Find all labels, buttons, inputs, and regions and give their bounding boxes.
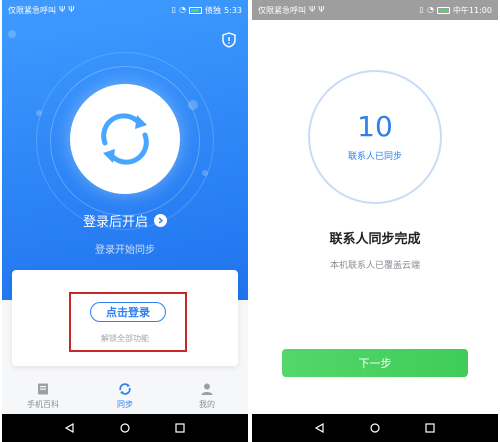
sync-count-circle: 10 联系人已同步 [308,70,442,204]
hero-title[interactable]: 登录后开启 [2,211,248,230]
next-step-button[interactable]: 下一步 [282,349,468,377]
recents-icon[interactable] [425,423,435,433]
hero-banner: 登录后开启 登录开始同步 [2,0,248,300]
login-subtitle: 解锁全部功能 [101,334,149,343]
nav-label: 手机百科 [27,400,59,409]
battery-text: 债独 [205,5,222,15]
usb-icon: Ψ [309,5,316,14]
wifi-icon: ◔ [179,5,187,14]
chevron-right-icon [154,214,167,227]
hero-subtitle: 登录开始同步 [95,245,155,256]
system-nav-bar [252,414,498,442]
bottom-nav: 手机百科 同步 我的 [2,378,248,414]
usb-icon: Ψ [318,5,325,14]
battery-icon [436,6,450,14]
clock-time: 中午11:00 [452,5,492,15]
back-icon[interactable] [64,423,75,433]
nav-item-encyclopedia[interactable]: 手机百科 [2,378,84,414]
login-button[interactable]: 点击登录 [90,302,166,322]
sync-icon [119,383,131,395]
synced-count: 10 [357,109,393,143]
login-card: 点击登录 解锁全部功能 [12,270,238,366]
page-subtitle: 本机联系人已覆盖云端 [329,261,420,271]
carrier-text: 仅限紧急呼叫 [8,5,56,15]
page-title: 联系人同步完成 [329,232,421,247]
nav-item-mine[interactable]: 我的 [166,378,248,414]
sync-circle [70,84,180,194]
phone-sync-complete-screen: 仅限紧急呼叫 Ψ Ψ ▯ ◔ 中午11:00 10 联系人已同步 联系人同步完成… [252,0,498,442]
battery-icon [189,6,203,14]
synced-count-label: 联系人已同步 [347,151,402,162]
book-icon [38,383,48,395]
nav-label: 同步 [117,400,133,409]
carrier-text: 仅限紧急呼叫 [258,5,306,15]
nav-label: 我的 [199,400,215,409]
sync-arrows-icon [101,113,149,165]
person-icon [201,383,213,395]
wifi-icon: ◔ [426,5,434,14]
vibrate-icon: ▯ [419,5,424,14]
status-bar: 仅限紧急呼叫 Ψ Ψ ▯ ◔ 债独 5:33 [2,0,248,20]
shield-icon[interactable] [222,32,236,48]
system-nav-bar [2,414,248,442]
usb-icon: Ψ [68,5,75,14]
home-icon[interactable] [370,423,380,433]
decor-dot [8,30,16,38]
vibrate-icon: ▯ [171,5,177,14]
clock-time: 5:33 [224,5,242,15]
home-icon[interactable] [120,423,130,433]
nav-item-sync[interactable]: 同步 [84,378,166,414]
recents-icon[interactable] [175,423,185,433]
usb-icon: Ψ [59,5,66,14]
status-bar: 仅限紧急呼叫 Ψ Ψ ▯ ◔ 中午11:00 [252,0,498,20]
phone-login-screen: 登录后开启 登录开始同步 仅限紧急呼叫 Ψ Ψ ▯ ◔ 债独 5:33 点击登录… [2,0,248,442]
back-icon[interactable] [314,423,325,433]
hero-title-text: 登录后开启 [82,215,148,230]
